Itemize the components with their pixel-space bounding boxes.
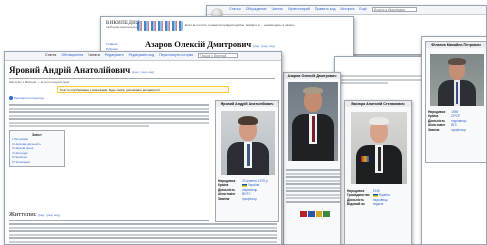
tab-edit-source[interactable]: Редагувати код — [129, 53, 154, 57]
tab-bar: Статья Обсуждение Читать Ирлегонирий Пра… — [207, 6, 486, 15]
infobox: Яровий Андрій Анатолійович Народився 23 ж… — [215, 100, 279, 222]
site-notice: Если вы хотите, а кажется правдоподобно,… — [185, 23, 295, 27]
infobox-row: Звання професор — [428, 127, 467, 132]
infobox-caption: Азаров Олексій Дмитрович — [284, 73, 340, 79]
section-edit-links[interactable]: [ред. | ред. код] — [38, 213, 59, 217]
article-text — [339, 75, 421, 86]
infobox-caption: Яровий Андрій Анатолійович — [216, 101, 278, 107]
table-of-contents: Зміст 1 Біографія 2 Наукова діяльність 3… — [9, 130, 65, 167]
logo-subtitle: Свободная энциклопедия — [106, 26, 138, 29]
medal-strip — [300, 211, 330, 217]
dna-banner — [137, 21, 183, 31]
infobox-row: Відомий як педагог — [347, 202, 384, 207]
portrait-photo — [288, 82, 338, 161]
page-title-underline — [9, 78, 275, 79]
tab-article[interactable]: Статья — [229, 7, 241, 11]
tab-history[interactable]: Переглянути історію — [159, 53, 193, 57]
toc-item[interactable]: 6 Посилання — [12, 160, 62, 165]
portrait-photo — [430, 54, 484, 106]
infobox-vasiura: Васюра Анатолій Степанович Народився 1945… — [344, 100, 412, 245]
infobox-caption: Васюра Анатолій Степанович — [345, 101, 411, 107]
tab-read[interactable]: Читати — [88, 53, 100, 57]
warning-banner: Стаття опублікована з помилками. Будь ла… — [57, 86, 229, 93]
infobox-row: Звання професор — [218, 196, 257, 201]
tab-history[interactable]: История — [340, 7, 354, 11]
info-icon — [9, 96, 13, 101]
page-subtitle: Матеріал з Вікіпедії — вільної енциклопе… — [9, 80, 70, 84]
tab-more[interactable]: Ещё — [359, 7, 366, 11]
tab-talk[interactable]: Обсуждение — [246, 7, 267, 11]
portrait-photo — [351, 112, 407, 184]
infobox-caption: Філатов Михайло Петрович — [426, 42, 486, 48]
window-filatov-article: Філатов Михайло Петрович Народився 1950 К… — [421, 36, 487, 245]
infobox: Філатов Михайло Петрович Народився 1950 К… — [425, 41, 486, 163]
search-input[interactable]: Пошук у Вікіпедії — [198, 53, 239, 58]
translate-note: Перевірити переклад — [9, 96, 44, 101]
page-title: Яровий Андрій Анатолійович [ред. | ред. … — [9, 65, 154, 75]
tab-article[interactable]: Стаття — [45, 53, 56, 57]
section-underline — [9, 220, 209, 221]
intro-text — [9, 104, 209, 129]
tab-read[interactable]: Читать — [272, 7, 283, 11]
tab-bar: Стаття Обговорення Читати Редагувати Ред… — [5, 52, 281, 61]
edit-links[interactable]: [ред. | ред. код] — [132, 70, 153, 74]
section-heading: Життєпис [ред. | ред. код] — [9, 211, 60, 218]
infobox-azarov: Азаров Олексій Дмитрович — [283, 72, 341, 245]
portrait-photo — [221, 111, 275, 175]
edit-links[interactable]: [ред. | ред. код] — [253, 44, 274, 48]
tab-edit[interactable]: Редагувати — [105, 53, 124, 57]
logo: ВИКИПЕДИЯ Свободная энциклопедия — [106, 21, 139, 29]
tab-talk[interactable]: Обговорення — [61, 53, 83, 57]
search-input[interactable]: Искать в Википедии — [371, 7, 417, 12]
page-title: Азаров Олексій Дмитрович [ред. | ред. ко… — [145, 39, 275, 49]
section-text — [9, 223, 277, 244]
screenshot-collage: Статья Обсуждение Читать Ирлегонирий Пра… — [0, 0, 487, 245]
window-yarovyi-article: Стаття Обговорення Читати Редагувати Ред… — [4, 51, 282, 245]
tab-edit-source[interactable]: Править код — [315, 7, 336, 11]
tab-edit[interactable]: Ирлегонирий — [288, 7, 310, 11]
